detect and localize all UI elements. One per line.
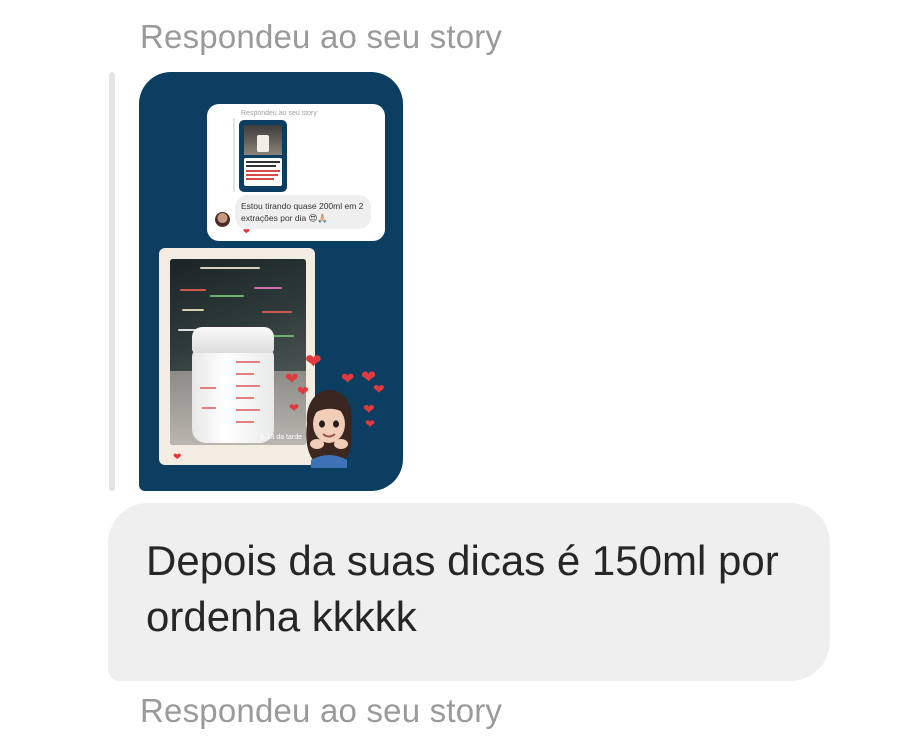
avatar-sticker (306, 390, 352, 468)
inner-story-thumbnail (239, 120, 287, 192)
story-preview[interactable]: Respondeu ao seu story Estou tirando qua… (139, 72, 403, 491)
chat-thread: Respondeu ao seu story Respondeu ao seu … (0, 0, 917, 742)
inner-story-reply-label: Respondeu ao seu story (241, 110, 317, 117)
photo-frame: 6:13 da tarde ❤ (159, 248, 315, 465)
heart-icon: ❤ (305, 351, 322, 373)
photo-timestamp: 6:13 da tarde (260, 434, 302, 441)
heart-icon: ❤ (365, 417, 376, 431)
heart-icon: ❤ (363, 401, 375, 417)
jar-lid (192, 327, 274, 353)
story-reply-label: Respondeu ao seu story (140, 692, 503, 729)
heart-icon: ❤ (373, 381, 385, 397)
inner-quote-bar (233, 118, 235, 192)
story-reply-label: Respondeu ao seu story (140, 18, 503, 55)
heart-icon: ❤ (289, 401, 300, 415)
heart-icon: ❤ (173, 452, 182, 463)
milk-jar-photo: 6:13 da tarde (170, 259, 306, 445)
message-text: Depois da suas dicas é 150ml por ordenha… (146, 537, 779, 640)
heart-icon: ❤ (243, 227, 250, 236)
inner-chat-screenshot: Respondeu ao seu story Estou tirando qua… (207, 104, 385, 241)
message-bubble[interactable]: Depois da suas dicas é 150ml por ordenha… (108, 503, 830, 681)
avatar (215, 212, 230, 227)
inner-message-text: Estou tirando quase 200ml em 2 extrações… (241, 201, 364, 223)
inner-message-bubble: Estou tirando quase 200ml em 2 extrações… (235, 195, 371, 229)
jar (192, 347, 274, 443)
quote-bar (109, 72, 115, 491)
